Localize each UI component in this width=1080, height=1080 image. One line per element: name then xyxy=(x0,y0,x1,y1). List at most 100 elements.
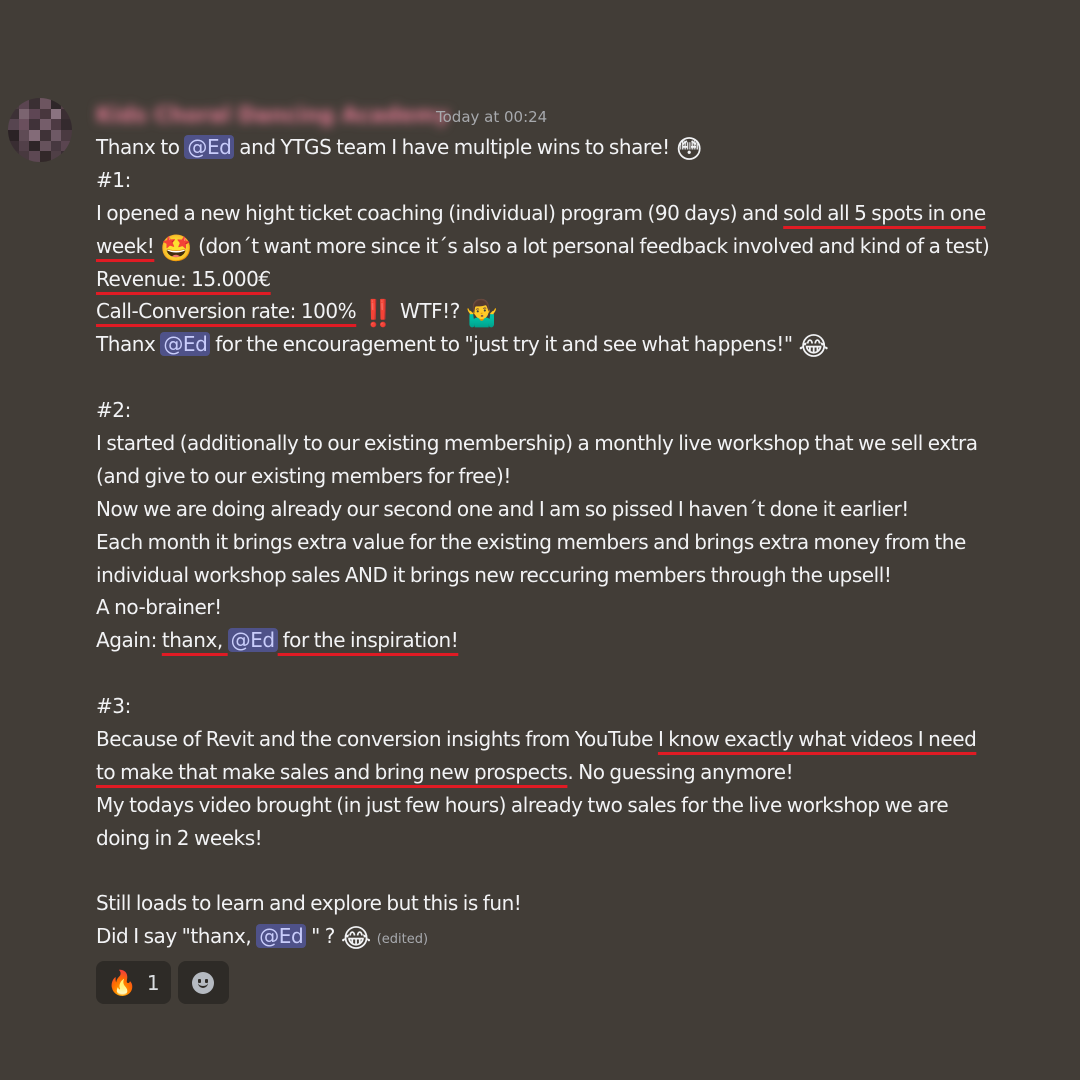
add-reaction-button[interactable] xyxy=(177,961,229,1004)
message-line: Revenue: 15.000€ xyxy=(96,263,1056,296)
avatar-pixel xyxy=(18,140,30,152)
avatar-pixel xyxy=(50,108,62,120)
message-text: Again: xyxy=(96,628,162,653)
avatar-pixel xyxy=(18,98,30,109)
user-mention[interactable]: @Ed xyxy=(256,924,307,949)
message-line: Did I say "thanx, @Ed " ? 😂 (edited) xyxy=(96,920,1056,953)
message-text: I opened a new hight ticket coaching (in… xyxy=(96,200,784,225)
avatar-pixel xyxy=(61,130,72,141)
message-text: Each month it brings extra value for the… xyxy=(96,529,966,554)
avatar-pixel xyxy=(29,108,40,120)
fire-emoji: 🔥 xyxy=(107,968,137,997)
message-text: (and give to our existing members for fr… xyxy=(96,463,511,488)
message-text: #1: xyxy=(96,167,131,192)
avatar-pixel xyxy=(8,130,19,141)
emoji: 😂 xyxy=(340,924,371,955)
message-text: " ? xyxy=(306,924,340,949)
message-timestamp[interactable]: Today at 00:24 xyxy=(436,106,547,128)
message-line: Each month it brings extra value for the… xyxy=(96,526,1056,559)
avatar-pixel xyxy=(8,151,19,162)
avatar-pixel xyxy=(8,119,19,130)
message-text: Still loads to learn and explore but thi… xyxy=(96,891,522,916)
message-text: doing in 2 weeks! xyxy=(96,825,263,850)
message-text: A no-brainer! xyxy=(96,595,222,620)
message-line: Thanx @Ed for the encouragement to "just… xyxy=(96,328,1056,361)
avatar-pixel xyxy=(29,140,40,152)
highlighted-text: I know exactly what videos I need xyxy=(657,727,977,752)
message-text: and YTGS team I have multiple wins to sh… xyxy=(234,135,675,159)
message-text xyxy=(154,234,159,258)
message-line: week! 🤩 (don´t want more since it´s also… xyxy=(96,230,1056,263)
message-line xyxy=(96,361,1056,394)
highlighted-text: to make that make sales and bring new pr… xyxy=(96,759,568,784)
avatar-pixel xyxy=(8,140,19,152)
emoji: 😳 xyxy=(675,135,703,165)
message-line xyxy=(96,855,1056,888)
reaction-count: 1 xyxy=(146,970,160,995)
reactions-bar: 🔥 1 xyxy=(96,961,229,1004)
message-line: Still loads to learn and explore but thi… xyxy=(96,887,1056,920)
message-text: Thanx xyxy=(96,332,161,357)
author-name[interactable]: Kids Choral Dancing Academy xyxy=(96,100,449,130)
message-text: My todays video brought (in just few hou… xyxy=(96,792,949,817)
avatar-pixel xyxy=(18,119,30,130)
message-line: individual workshop sales AND it brings … xyxy=(96,559,1056,592)
avatar-pixel xyxy=(29,98,40,109)
avatar-pixel xyxy=(40,140,51,152)
avatar-pixel xyxy=(50,119,62,130)
user-mention[interactable]: @Ed xyxy=(184,135,235,159)
highlighted-text: sold all 5 spots in one xyxy=(783,200,986,225)
highlighted-text: for the inspiration! xyxy=(277,628,459,653)
avatar-pixel xyxy=(50,98,62,109)
avatar-pixel xyxy=(50,130,62,141)
avatar-pixel xyxy=(61,108,72,120)
avatar-pixel xyxy=(8,108,19,120)
avatar-pixel xyxy=(40,119,51,130)
avatar-pixel xyxy=(50,151,62,162)
emoji: 🤩 xyxy=(160,233,193,264)
highlighted-text: thanx, xyxy=(161,628,228,653)
message-content: Thanx to @Ed and YTGS team I have multip… xyxy=(96,131,1056,953)
avatar[interactable] xyxy=(8,98,72,162)
user-mention[interactable]: @Ed xyxy=(227,628,278,653)
user-mention[interactable]: @Ed xyxy=(160,332,211,357)
message-line: to make that make sales and bring new pr… xyxy=(96,756,1056,789)
message-line: doing in 2 weeks! xyxy=(96,822,1056,855)
avatar-pixel xyxy=(61,119,72,130)
avatar-pixel xyxy=(40,98,51,109)
avatar-pixel xyxy=(61,98,72,109)
smile-icon xyxy=(192,971,215,994)
message-line: #1: xyxy=(96,164,1056,197)
avatar-pixel xyxy=(29,130,40,141)
message-text: for the encouragement to "just try it an… xyxy=(210,332,798,357)
message-line: Call-Conversion rate: 100% ‼️ WTF!? 🤷‍♂️ xyxy=(96,295,1056,328)
message-line: A no-brainer! xyxy=(96,591,1056,624)
highlighted-text: Call-Conversion rate: 100% xyxy=(96,299,357,324)
highlighted-text: week! xyxy=(96,233,155,258)
avatar-pixel xyxy=(61,151,72,162)
avatar-pixel xyxy=(18,108,30,120)
message-line: Thanx to @Ed and YTGS team I have multip… xyxy=(96,131,1056,164)
avatar-pixel xyxy=(29,151,40,162)
emoji: 🤷‍♂️ xyxy=(465,299,498,330)
message-line: My todays video brought (in just few hou… xyxy=(96,789,1056,822)
message-line: Again: thanx, @Ed for the inspiration! xyxy=(96,624,1056,657)
reaction-fire[interactable]: 🔥 1 xyxy=(96,961,171,1004)
emoji: ‼️ xyxy=(362,299,395,330)
avatar-pixel xyxy=(61,140,72,152)
message-text: . No guessing anymore! xyxy=(567,759,794,784)
avatar-pixel xyxy=(8,98,19,109)
avatar-pixel xyxy=(29,119,40,130)
message-line xyxy=(96,657,1056,690)
avatar-pixel xyxy=(40,108,51,120)
message-line: Because of Revit and the conversion insi… xyxy=(96,723,1056,756)
message-text: Because of Revit and the conversion insi… xyxy=(96,727,658,752)
avatar-pixel xyxy=(40,130,51,141)
message-text: WTF!? xyxy=(395,299,465,324)
message-text: #2: xyxy=(96,398,131,423)
message-text: (don´t want more since it´s also a lot p… xyxy=(193,233,990,258)
message-line: (and give to our existing members for fr… xyxy=(96,460,1056,493)
message-text: individual workshop sales AND it brings … xyxy=(96,562,892,587)
message-line: I opened a new hight ticket coaching (in… xyxy=(96,197,1056,230)
highlighted-text: Revenue: 15.000€ xyxy=(96,266,271,291)
